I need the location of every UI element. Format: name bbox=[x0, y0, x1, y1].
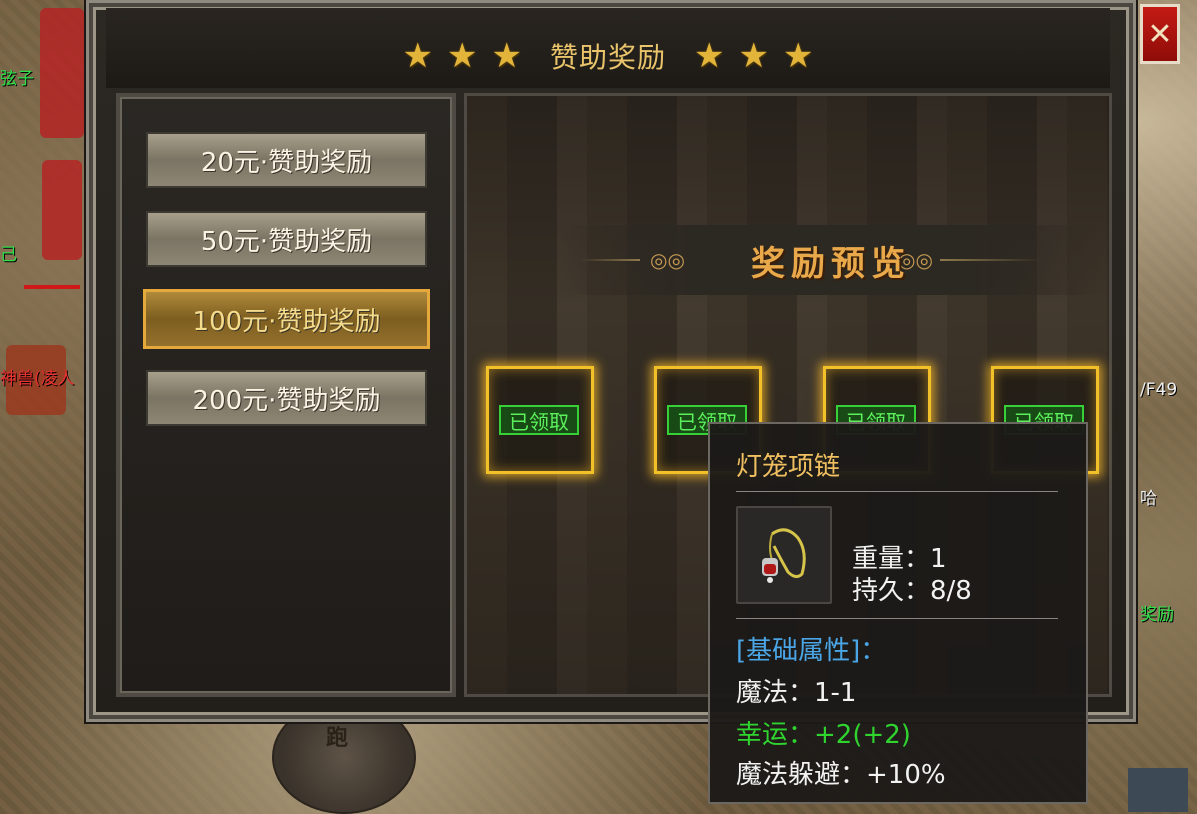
star-icon: ★ bbox=[694, 36, 725, 76]
dialog-title-bar: ★ ★ ★ 赞助奖励 ★ ★ ★ bbox=[106, 8, 1110, 88]
tier-button-200[interactable]: 200元·赞助奖励 bbox=[146, 370, 427, 426]
attr-luck: 幸运：+2(+2) bbox=[736, 720, 911, 750]
star-icon: ★ bbox=[491, 36, 522, 76]
star-icon: ★ bbox=[738, 36, 769, 76]
preview-title: 奖励预览 bbox=[751, 244, 911, 284]
dialog-title: 赞助奖励 bbox=[549, 41, 666, 74]
map-coord-label: /F49 bbox=[1140, 380, 1178, 400]
star-icon: ★ bbox=[402, 36, 434, 76]
necklace-icon bbox=[762, 528, 806, 583]
reward-slot[interactable]: 已领取 bbox=[486, 366, 594, 474]
item-icon-box bbox=[736, 506, 832, 604]
tier-button-20[interactable]: 20元·赞助奖励 bbox=[146, 132, 427, 188]
item-tooltip: 灯笼项链 重量：1 持久：8/8 [基础属性]： 魔法：1-1 幸运：+2(+2… bbox=[708, 422, 1088, 804]
claimed-badge: 已领取 bbox=[499, 405, 579, 435]
star-icon: ★ bbox=[782, 36, 814, 76]
player-name-label: 弦子 bbox=[0, 69, 34, 89]
tier-button-100[interactable]: 100元·赞助奖励 bbox=[143, 289, 430, 349]
run-label: 跑 bbox=[326, 726, 349, 751]
hp-bar bbox=[24, 285, 80, 289]
player-name-label-partial: 己 bbox=[0, 245, 17, 265]
base-attributes-header: [基础属性]： bbox=[736, 636, 887, 666]
player-character[interactable] bbox=[42, 160, 82, 260]
player-character[interactable] bbox=[40, 8, 84, 138]
attr-magic: 魔法：1-1 bbox=[736, 678, 857, 708]
attr-magic-evasion: 魔法躲避：+10% bbox=[736, 760, 946, 790]
close-button[interactable]: ✕ bbox=[1140, 4, 1180, 64]
divider bbox=[736, 491, 1058, 492]
tier-button-50[interactable]: 50元·赞助奖励 bbox=[146, 211, 427, 267]
close-icon: ✕ bbox=[1147, 16, 1173, 52]
quick-slot-button[interactable] bbox=[1128, 768, 1188, 812]
item-name: 灯笼项链 bbox=[736, 452, 841, 482]
npc-label-reward: 奖励 bbox=[1140, 605, 1174, 625]
item-durability: 持久：8/8 bbox=[852, 576, 972, 606]
star-icon: ★ bbox=[447, 36, 478, 76]
monster-name-label: 神兽(凌人 bbox=[0, 369, 75, 389]
divider bbox=[736, 618, 1058, 619]
npc-name-label: 哈 bbox=[1140, 489, 1157, 509]
